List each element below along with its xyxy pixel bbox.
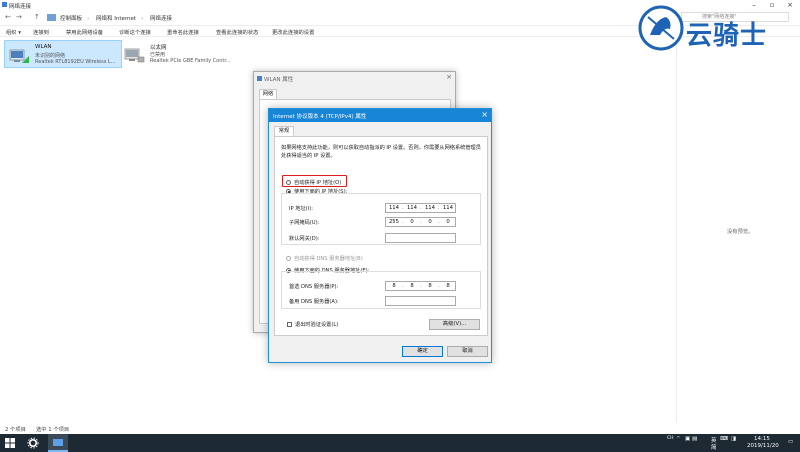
network-icon (2, 2, 7, 7)
view-status-button[interactable]: 查看此连接的状态 (216, 28, 258, 36)
knight-logo-icon (638, 5, 684, 51)
auto-dns-label[interactable]: 自动获得 DNS 服务器地址(B) (294, 255, 363, 262)
advanced-button[interactable]: 高级(V)... (429, 319, 480, 330)
adapter-wlan[interactable]: WLAN 未识别的网络 Realtek RTL8192EU Wireless L… (4, 40, 122, 68)
cancel-button[interactable]: 取消 (447, 346, 488, 357)
auto-dns-radio[interactable] (286, 256, 291, 261)
description-text: 如果网络支持此功能，则可以获取自动指派的 IP 设置。否则，你需要从网络系统管理… (281, 145, 481, 159)
validate-checkbox[interactable] (287, 322, 292, 327)
alternate-dns-field[interactable] (385, 296, 456, 306)
ip-address-field[interactable]: 114. 114. 114. 114 (385, 203, 456, 213)
ip-address-label: IP 地址(I): (289, 206, 314, 212)
adapter-name: 以太网 (150, 45, 167, 51)
adapter-ethernet[interactable]: 以太网 已禁用 Realtek PCIe GBE Family Contr... (120, 40, 244, 68)
up-button[interactable]: ↑ (34, 13, 40, 21)
control-panel-icon (47, 14, 56, 21)
ime-simplified[interactable]: 简 (711, 443, 717, 451)
breadcrumb-item[interactable]: 网络和 Internet (96, 16, 136, 22)
ipv4-properties-dialog: Internet 协议版本 4 (TCP/IPv4) 属性 × 常规 如果网络支… (268, 108, 492, 363)
dialog-title: WLAN 属性 (264, 77, 294, 83)
watermark-text: 云骑士 (686, 21, 768, 51)
clock-time[interactable]: 14:15 (754, 436, 770, 442)
start-windows-icon[interactable] (4, 437, 16, 449)
notification-icon[interactable]: ▭ (788, 439, 793, 445)
highlight-box (282, 175, 347, 187)
tray-network-icon[interactable]: ◨ (731, 436, 736, 442)
settings-gear-icon[interactable] (27, 437, 39, 449)
subnet-mask-field[interactable]: 255. 0. 0. 0 (385, 217, 456, 227)
gateway-label: 默认网关(D): (289, 236, 320, 242)
input-lang-ch[interactable]: CH (667, 436, 674, 441)
watermark-logo: 云骑士 (638, 3, 798, 53)
adapter-name: WLAN (35, 44, 52, 50)
rename-button[interactable]: 重命名此连接 (167, 28, 199, 36)
breadcrumb-item[interactable]: 网络连接 (150, 16, 172, 22)
subnet-mask-label: 子网掩码(U): (289, 220, 320, 226)
network-connections-icon (53, 439, 63, 446)
tray-keyboard-icon[interactable]: ⌨ (720, 436, 728, 442)
close-button[interactable]: × (481, 110, 488, 119)
tab-general[interactable]: 常规 (274, 126, 294, 136)
adapter-device: Realtek PCIe GBE Family Contr... (150, 58, 231, 64)
item-count: 2 个项目 (5, 427, 26, 433)
dialog-title: Internet 协议版本 4 (TCP/IPv4) 属性 (273, 114, 367, 120)
network-icon (257, 76, 262, 81)
tray-icons[interactable]: ▣ ▤ (685, 436, 697, 442)
breadcrumb[interactable]: 控制面板 › 网络和 Internet › 网络连接 (60, 14, 177, 22)
ok-button[interactable]: 确定 (402, 346, 443, 357)
diagnose-button[interactable]: 诊断这个连接 (119, 28, 151, 36)
adapter-device: Realtek RTL8192EU Wireless L... (35, 59, 116, 65)
alternate-dns-label: 备用 DNS 服务器(A): (289, 299, 339, 305)
organize-menu[interactable]: 组织 ▾ (6, 28, 21, 36)
tray-chevron-icon[interactable]: ^ (676, 436, 681, 442)
adapter-status: 已禁用 (150, 52, 166, 58)
close-button[interactable]: × (446, 73, 452, 81)
clock-date[interactable]: 2019/11/20 (747, 443, 779, 449)
dialog-titlebar: Internet 协议版本 4 (TCP/IPv4) 属性 × (269, 109, 491, 122)
preferred-dns-label: 首选 DNS 服务器(P): (289, 284, 339, 290)
breadcrumb-item[interactable]: 控制面板 (60, 16, 82, 22)
preview-text: 没有预览。 (727, 229, 754, 235)
change-settings-button[interactable]: 更改此连接的设置 (272, 28, 314, 36)
connect-to-button[interactable]: 连接到 (33, 28, 49, 36)
status-bar: 2 个项目 选中 1 个项目 (0, 423, 800, 433)
preview-divider[interactable] (676, 38, 677, 422)
adapter-status: 未识别的网络 (35, 53, 66, 59)
preferred-dns-field[interactable]: 8. 8. 8. 8 (385, 281, 456, 291)
forward-button[interactable]: → (16, 13, 22, 21)
back-button[interactable]: ← (5, 13, 11, 21)
selected-count: 选中 1 个项目 (36, 427, 70, 433)
validate-label[interactable]: 退出时验证设置(L) (295, 321, 338, 328)
taskbar-network-app[interactable] (48, 434, 68, 452)
taskbar: CH ^ ▣ ▤ 英 ⌨ ◨ 简 14:15 2019/11/20 ▭ (0, 434, 800, 452)
ethernet-adapter-icon (124, 48, 145, 63)
disable-device-button[interactable]: 禁用此网络设备 (66, 28, 103, 36)
wifi-adapter-icon (9, 49, 29, 63)
window-title: 网络连接 (9, 4, 32, 10)
tab-network[interactable]: 网络 (259, 89, 277, 99)
gateway-field[interactable] (385, 233, 456, 243)
